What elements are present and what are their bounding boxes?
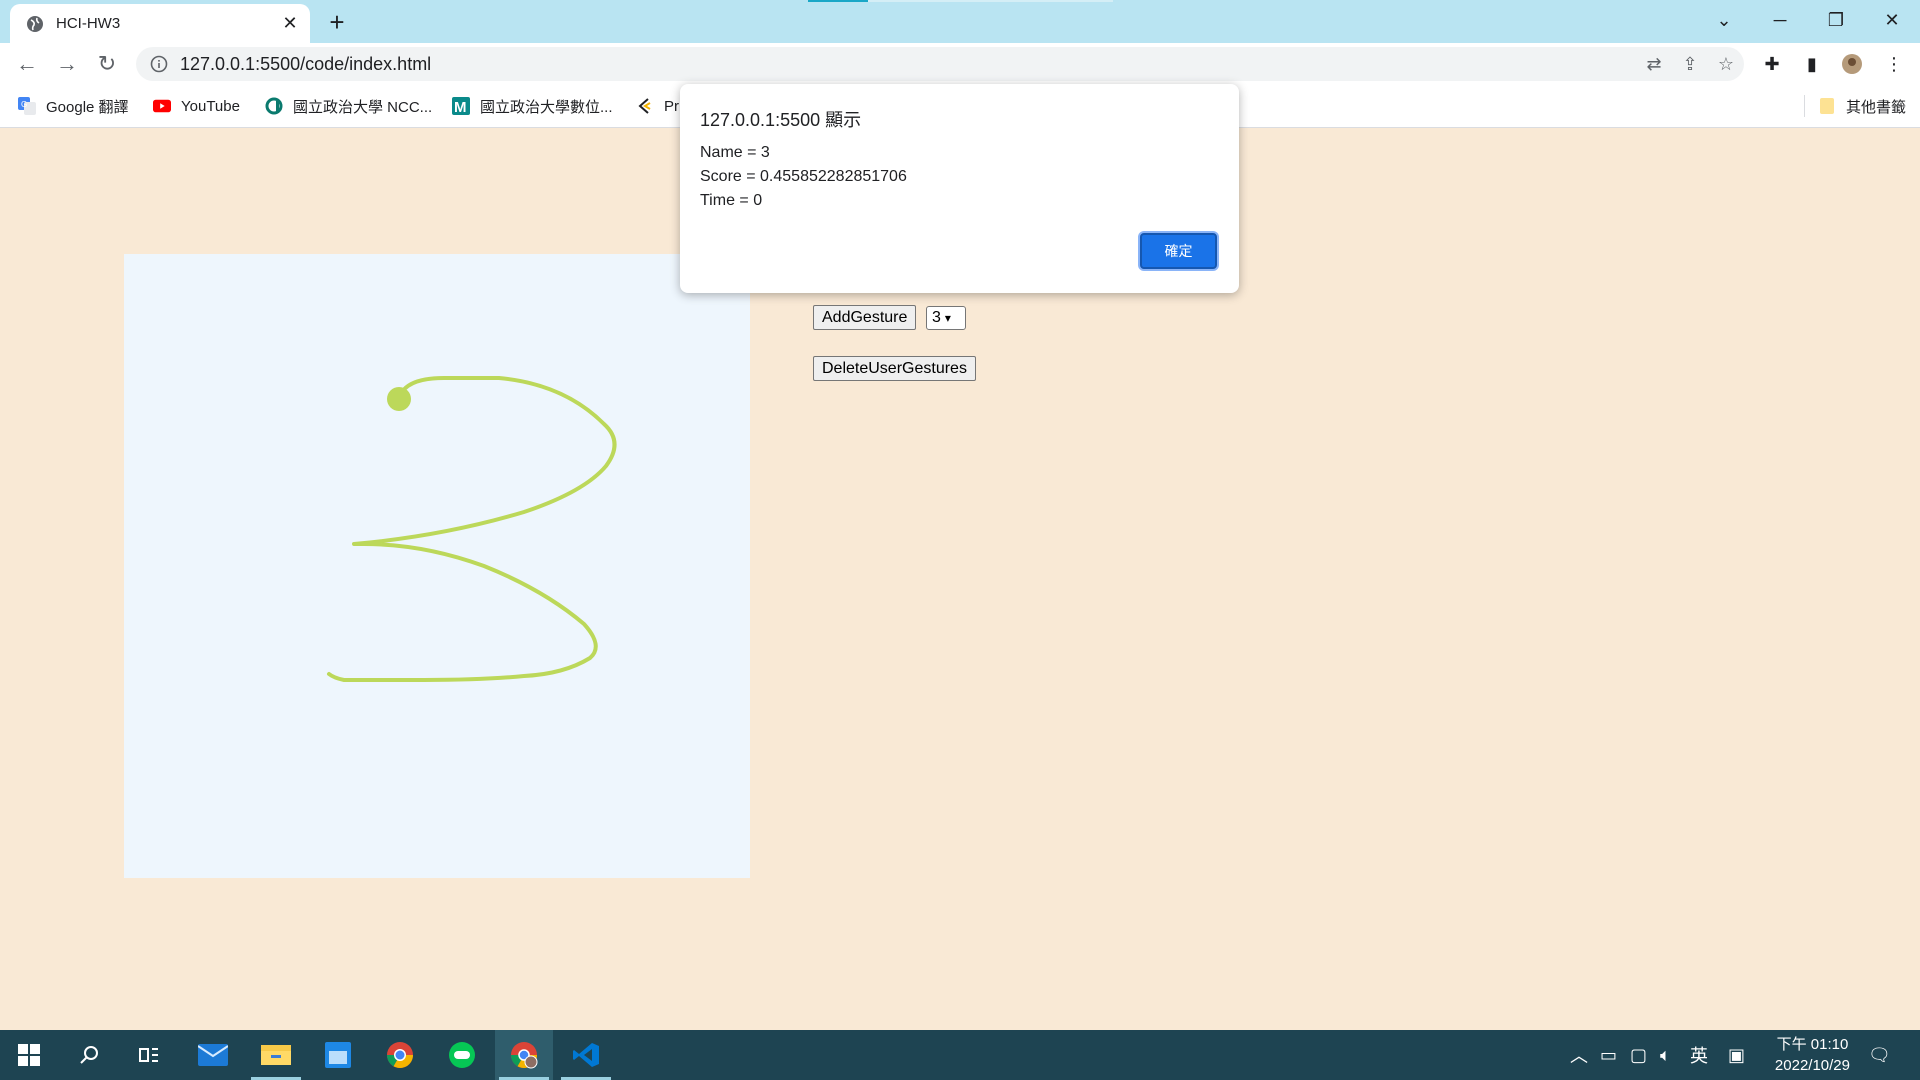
battery-icon[interactable]: ▭: [1600, 1030, 1617, 1080]
bookmark-label: 國立政治大學 NCC...: [293, 98, 433, 116]
menu-icon[interactable]: ⋮: [1878, 49, 1910, 79]
restore-icon[interactable]: ❐: [1808, 0, 1864, 40]
tab-title: HCI-HW3: [56, 15, 121, 32]
window-controls: ⌄ ─ ❐ ✕: [1696, 0, 1920, 40]
delete-user-gestures-button[interactable]: DeleteUserGestures: [813, 356, 976, 381]
svg-text:M: M: [454, 99, 467, 115]
close-tab-icon[interactable]: ✕: [276, 10, 304, 38]
network-icon[interactable]: ▢: [1630, 1030, 1647, 1080]
globe-icon: [27, 15, 43, 32]
bookmark-pr[interactable]: Pr: [636, 95, 679, 117]
bookmark-label: YouTube: [181, 97, 240, 115]
tab-search-icon[interactable]: ⌄: [1696, 0, 1752, 40]
other-bookmarks-label: 其他書籤: [1846, 98, 1907, 116]
tab-hci-hw3[interactable]: HCI-HW3 ✕: [10, 4, 310, 43]
notification-icon[interactable]: 🗨︎: [1868, 1030, 1891, 1080]
url-text: 127.0.0.1:5500/code/index.html: [180, 53, 432, 74]
search-icon[interactable]: [60, 1030, 118, 1080]
dialog-title: 127.0.0.1:5500 顯示: [700, 110, 862, 130]
clock-time: 下午 01:10: [1776, 1036, 1849, 1053]
tab-strip: HCI-HW3 ✕ + ⌄ ─ ❐ ✕: [0, 0, 1920, 43]
volume-icon[interactable]: 🔈︎: [1660, 1030, 1671, 1080]
bookmark-google-translate[interactable]: G Google 翻譯: [18, 95, 129, 117]
gesture-name-select[interactable]: 3 ▾: [926, 306, 966, 330]
bookmark-label: Google 翻譯: [46, 98, 129, 116]
bookmarks-divider: [1804, 95, 1805, 117]
loading-indicator: [808, 0, 868, 2]
translate-icon[interactable]: ⇄: [1636, 47, 1672, 81]
loading-indicator-track: [868, 0, 1113, 2]
back-icon[interactable]: ←: [12, 49, 42, 79]
add-gesture-button[interactable]: AddGesture: [813, 305, 917, 330]
chrome-profile-icon[interactable]: [495, 1030, 553, 1080]
reload-icon[interactable]: ↻: [92, 49, 122, 79]
chrome-icon[interactable]: [371, 1030, 429, 1080]
bookmark-moodle[interactable]: M 國立政治大學數位...: [452, 95, 613, 117]
bookmark-label: Pr: [664, 97, 679, 115]
windows-taskbar: ︿ ▭ ▢ 🔈︎ 英 ▣ 下午 01:10 2022/10/29 🗨︎: [0, 1030, 1920, 1080]
calendar-icon[interactable]: [309, 1030, 367, 1080]
ime-mode-icon[interactable]: ▣: [1728, 1030, 1745, 1080]
dialog-line-score: Score = 0.455852282851706: [700, 168, 907, 185]
clock-date: 2022/10/29: [1774, 1057, 1850, 1074]
vscode-icon[interactable]: [557, 1030, 615, 1080]
google-translate-icon: G: [18, 97, 36, 115]
windows-start-icon[interactable]: [0, 1030, 58, 1080]
chevron-down-icon: ▾: [944, 311, 951, 325]
extensions-icon[interactable]: ✚: [1756, 49, 1788, 79]
bookmark-youtube[interactable]: YouTube: [153, 95, 240, 117]
forward-icon[interactable]: →: [52, 49, 82, 79]
dialog-line-name: Name = 3: [700, 144, 770, 161]
side-panel-icon[interactable]: ▮: [1796, 49, 1828, 79]
bookmark-nccu[interactable]: 國立政治大學 NCC...: [265, 95, 432, 117]
other-bookmarks-folder[interactable]: 其他書籤: [1818, 95, 1906, 117]
nccu-icon: [265, 97, 283, 115]
browser-toolbar: ← → ↻ 127.0.0.1:5500/code/index.html ⇄ ⇪…: [0, 43, 1920, 85]
bookmark-icon: [636, 97, 654, 115]
mail-icon[interactable]: [184, 1030, 242, 1080]
close-window-icon[interactable]: ✕: [1864, 0, 1920, 40]
minimize-icon[interactable]: ─: [1752, 0, 1808, 40]
alert-dialog: 127.0.0.1:5500 顯示 Name = 3 Score = 0.455…: [680, 84, 1239, 293]
gesture-stroke: [327, 376, 617, 682]
system-clock[interactable]: 下午 01:10 2022/10/29: [1775, 1034, 1850, 1076]
file-explorer-icon[interactable]: [247, 1030, 305, 1080]
show-hidden-icons-icon[interactable]: ︿: [1570, 1030, 1588, 1080]
gesture-select-value: 3: [932, 309, 941, 326]
task-view-icon[interactable]: [120, 1030, 178, 1080]
ime-indicator[interactable]: 英: [1690, 1030, 1708, 1080]
new-tab-icon[interactable]: +: [322, 7, 352, 37]
line-icon[interactable]: [433, 1030, 491, 1080]
profile-avatar[interactable]: [1836, 49, 1868, 79]
folder-icon: [1818, 97, 1836, 115]
svg-text:G: G: [21, 100, 27, 109]
moodle-icon: M: [452, 97, 470, 115]
share-icon[interactable]: ⇪: [1672, 47, 1708, 81]
site-info-icon[interactable]: [150, 55, 168, 73]
bookmark-label: 國立政治大學數位...: [480, 98, 613, 116]
gesture-canvas[interactable]: [124, 254, 750, 878]
ok-button[interactable]: 確定: [1140, 233, 1217, 269]
bookmark-star-icon[interactable]: ☆: [1708, 47, 1744, 81]
youtube-icon: [153, 97, 171, 115]
address-bar[interactable]: 127.0.0.1:5500/code/index.html ⇄ ⇪ ☆: [136, 47, 1744, 81]
dialog-line-time: Time = 0: [700, 192, 763, 209]
